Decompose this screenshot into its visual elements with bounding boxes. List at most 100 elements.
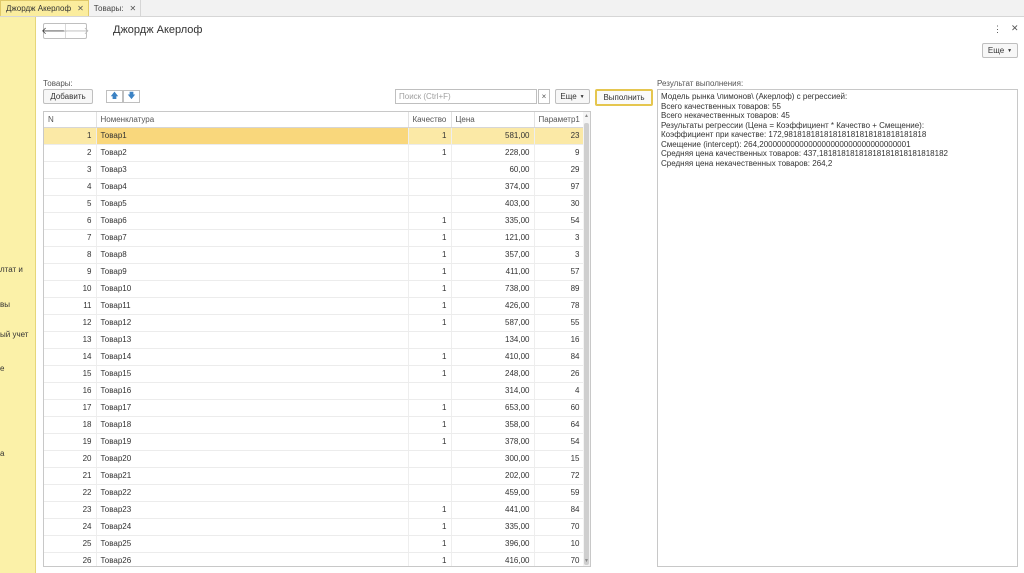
cell-price[interactable]: 403,00 [451, 195, 535, 213]
cell-n[interactable]: 21 [44, 467, 97, 485]
table-row[interactable]: 24 Товар24 1 335,00 70 [44, 518, 585, 536]
close-icon[interactable]: ✕ [77, 4, 84, 13]
cell-price[interactable]: 581,00 [451, 127, 535, 145]
column-header-n[interactable]: N [44, 112, 97, 128]
cell-n[interactable]: 1 [44, 127, 97, 145]
cell-param1[interactable]: 72 [534, 467, 585, 485]
table-row[interactable]: 6 Товар6 1 335,00 54 [44, 212, 585, 230]
cell-price[interactable]: 357,00 [451, 246, 535, 264]
cell-param1[interactable]: 57 [534, 263, 585, 281]
cell-n[interactable]: 3 [44, 161, 97, 179]
scroll-thumb[interactable] [584, 123, 589, 565]
cell-n[interactable]: 16 [44, 382, 97, 400]
sidebar-item[interactable]: ый учет [0, 330, 28, 339]
cell-param1[interactable]: 16 [534, 331, 585, 349]
cell-name[interactable]: Товар5 [96, 195, 409, 213]
cell-n[interactable]: 25 [44, 535, 97, 553]
cell-price[interactable]: 335,00 [451, 518, 535, 536]
cell-price[interactable]: 653,00 [451, 399, 535, 417]
move-down-icon[interactable]: 🡇 [123, 90, 140, 103]
cell-param1[interactable]: 3 [534, 246, 585, 264]
cell-quality[interactable]: 1 [408, 297, 452, 315]
cell-quality[interactable]: 1 [408, 552, 452, 566]
scroll-up-icon[interactable]: ▲ [583, 113, 590, 119]
cell-name[interactable]: Товар8 [96, 246, 409, 264]
column-header-param1[interactable]: Параметр1 [534, 112, 585, 128]
cell-name[interactable]: Товар18 [96, 416, 409, 434]
cell-name[interactable]: Товар26 [96, 552, 409, 566]
goods-more-button[interactable]: Еще ▼ [555, 89, 590, 104]
table-row[interactable]: 21 Товар21 202,00 72 [44, 467, 585, 485]
cell-n[interactable]: 12 [44, 314, 97, 332]
cell-price[interactable]: 314,00 [451, 382, 535, 400]
kebab-menu-icon[interactable]: ⋮ [993, 24, 1002, 35]
table-row[interactable]: 7 Товар7 1 121,00 3 [44, 229, 585, 247]
table-row[interactable]: 18 Товар18 1 358,00 64 [44, 416, 585, 434]
search-input[interactable]: Поиск (Ctrl+F) [395, 89, 537, 104]
cell-param1[interactable]: 26 [534, 365, 585, 383]
column-header-name[interactable]: Номенклатура [96, 112, 409, 128]
cell-n[interactable]: 11 [44, 297, 97, 315]
cell-param1[interactable]: 54 [534, 212, 585, 230]
cell-price[interactable]: 441,00 [451, 501, 535, 519]
cell-name[interactable]: Товар1 [96, 127, 409, 145]
cell-quality[interactable]: 1 [408, 127, 452, 145]
clear-search-icon[interactable]: × [538, 89, 550, 104]
cell-name[interactable]: Товар4 [96, 178, 409, 196]
close-icon[interactable]: ✕ [130, 4, 137, 13]
cell-quality[interactable]: 1 [408, 246, 452, 264]
cell-name[interactable]: Товар25 [96, 535, 409, 553]
tab-akerlof[interactable]: Джордж Акерлоф ✕ [0, 0, 89, 16]
cell-n[interactable]: 23 [44, 501, 97, 519]
cell-quality[interactable]: 1 [408, 229, 452, 247]
cell-price[interactable]: 416,00 [451, 552, 535, 566]
cell-name[interactable]: Товар17 [96, 399, 409, 417]
column-header-quality[interactable]: Качество [408, 112, 452, 128]
cell-n[interactable]: 6 [44, 212, 97, 230]
cell-n[interactable]: 22 [44, 484, 97, 502]
cell-param1[interactable]: 78 [534, 297, 585, 315]
cell-price[interactable]: 587,00 [451, 314, 535, 332]
cell-name[interactable]: Товар13 [96, 331, 409, 349]
cell-name[interactable]: Товар11 [96, 297, 409, 315]
table-row[interactable]: 15 Товар15 1 248,00 26 [44, 365, 585, 383]
cell-quality[interactable] [408, 178, 452, 196]
table-scrollbar[interactable]: ▲ ▼ [583, 112, 590, 566]
table-row[interactable]: 9 Товар9 1 411,00 57 [44, 263, 585, 281]
cell-n[interactable]: 5 [44, 195, 97, 213]
table-row[interactable]: 20 Товар20 300,00 15 [44, 450, 585, 468]
cell-name[interactable]: Товар16 [96, 382, 409, 400]
cell-name[interactable]: Товар3 [96, 161, 409, 179]
close-icon[interactable]: ✕ [1011, 23, 1019, 34]
cell-param1[interactable]: 64 [534, 416, 585, 434]
table-row[interactable]: 12 Товар12 1 587,00 55 [44, 314, 585, 332]
cell-quality[interactable]: 1 [408, 144, 452, 162]
cell-price[interactable]: 378,00 [451, 433, 535, 451]
cell-quality[interactable] [408, 484, 452, 502]
table-row[interactable]: 10 Товар10 1 738,00 89 [44, 280, 585, 298]
cell-price[interactable]: 121,00 [451, 229, 535, 247]
cell-param1[interactable]: 29 [534, 161, 585, 179]
cell-n[interactable]: 24 [44, 518, 97, 536]
cell-n[interactable]: 2 [44, 144, 97, 162]
table-row[interactable]: 1 Товар1 1 581,00 23 [44, 127, 585, 145]
cell-price[interactable]: 335,00 [451, 212, 535, 230]
cell-price[interactable]: 248,00 [451, 365, 535, 383]
cell-param1[interactable]: 4 [534, 382, 585, 400]
table-row[interactable]: 11 Товар11 1 426,00 78 [44, 297, 585, 315]
cell-name[interactable]: Товар24 [96, 518, 409, 536]
cell-name[interactable]: Товар9 [96, 263, 409, 281]
table-row[interactable]: 17 Товар17 1 653,00 60 [44, 399, 585, 417]
cell-n[interactable]: 17 [44, 399, 97, 417]
cell-quality[interactable]: 1 [408, 365, 452, 383]
cell-name[interactable]: Товар22 [96, 484, 409, 502]
cell-price[interactable]: 738,00 [451, 280, 535, 298]
cell-param1[interactable]: 10 [534, 535, 585, 553]
table-row[interactable]: 3 Товар3 60,00 29 [44, 161, 585, 179]
cell-quality[interactable]: 1 [408, 416, 452, 434]
cell-quality[interactable]: 1 [408, 314, 452, 332]
table-row[interactable]: 13 Товар13 134,00 16 [44, 331, 585, 349]
cell-param1[interactable]: 30 [534, 195, 585, 213]
cell-name[interactable]: Товар10 [96, 280, 409, 298]
cell-name[interactable]: Товар19 [96, 433, 409, 451]
